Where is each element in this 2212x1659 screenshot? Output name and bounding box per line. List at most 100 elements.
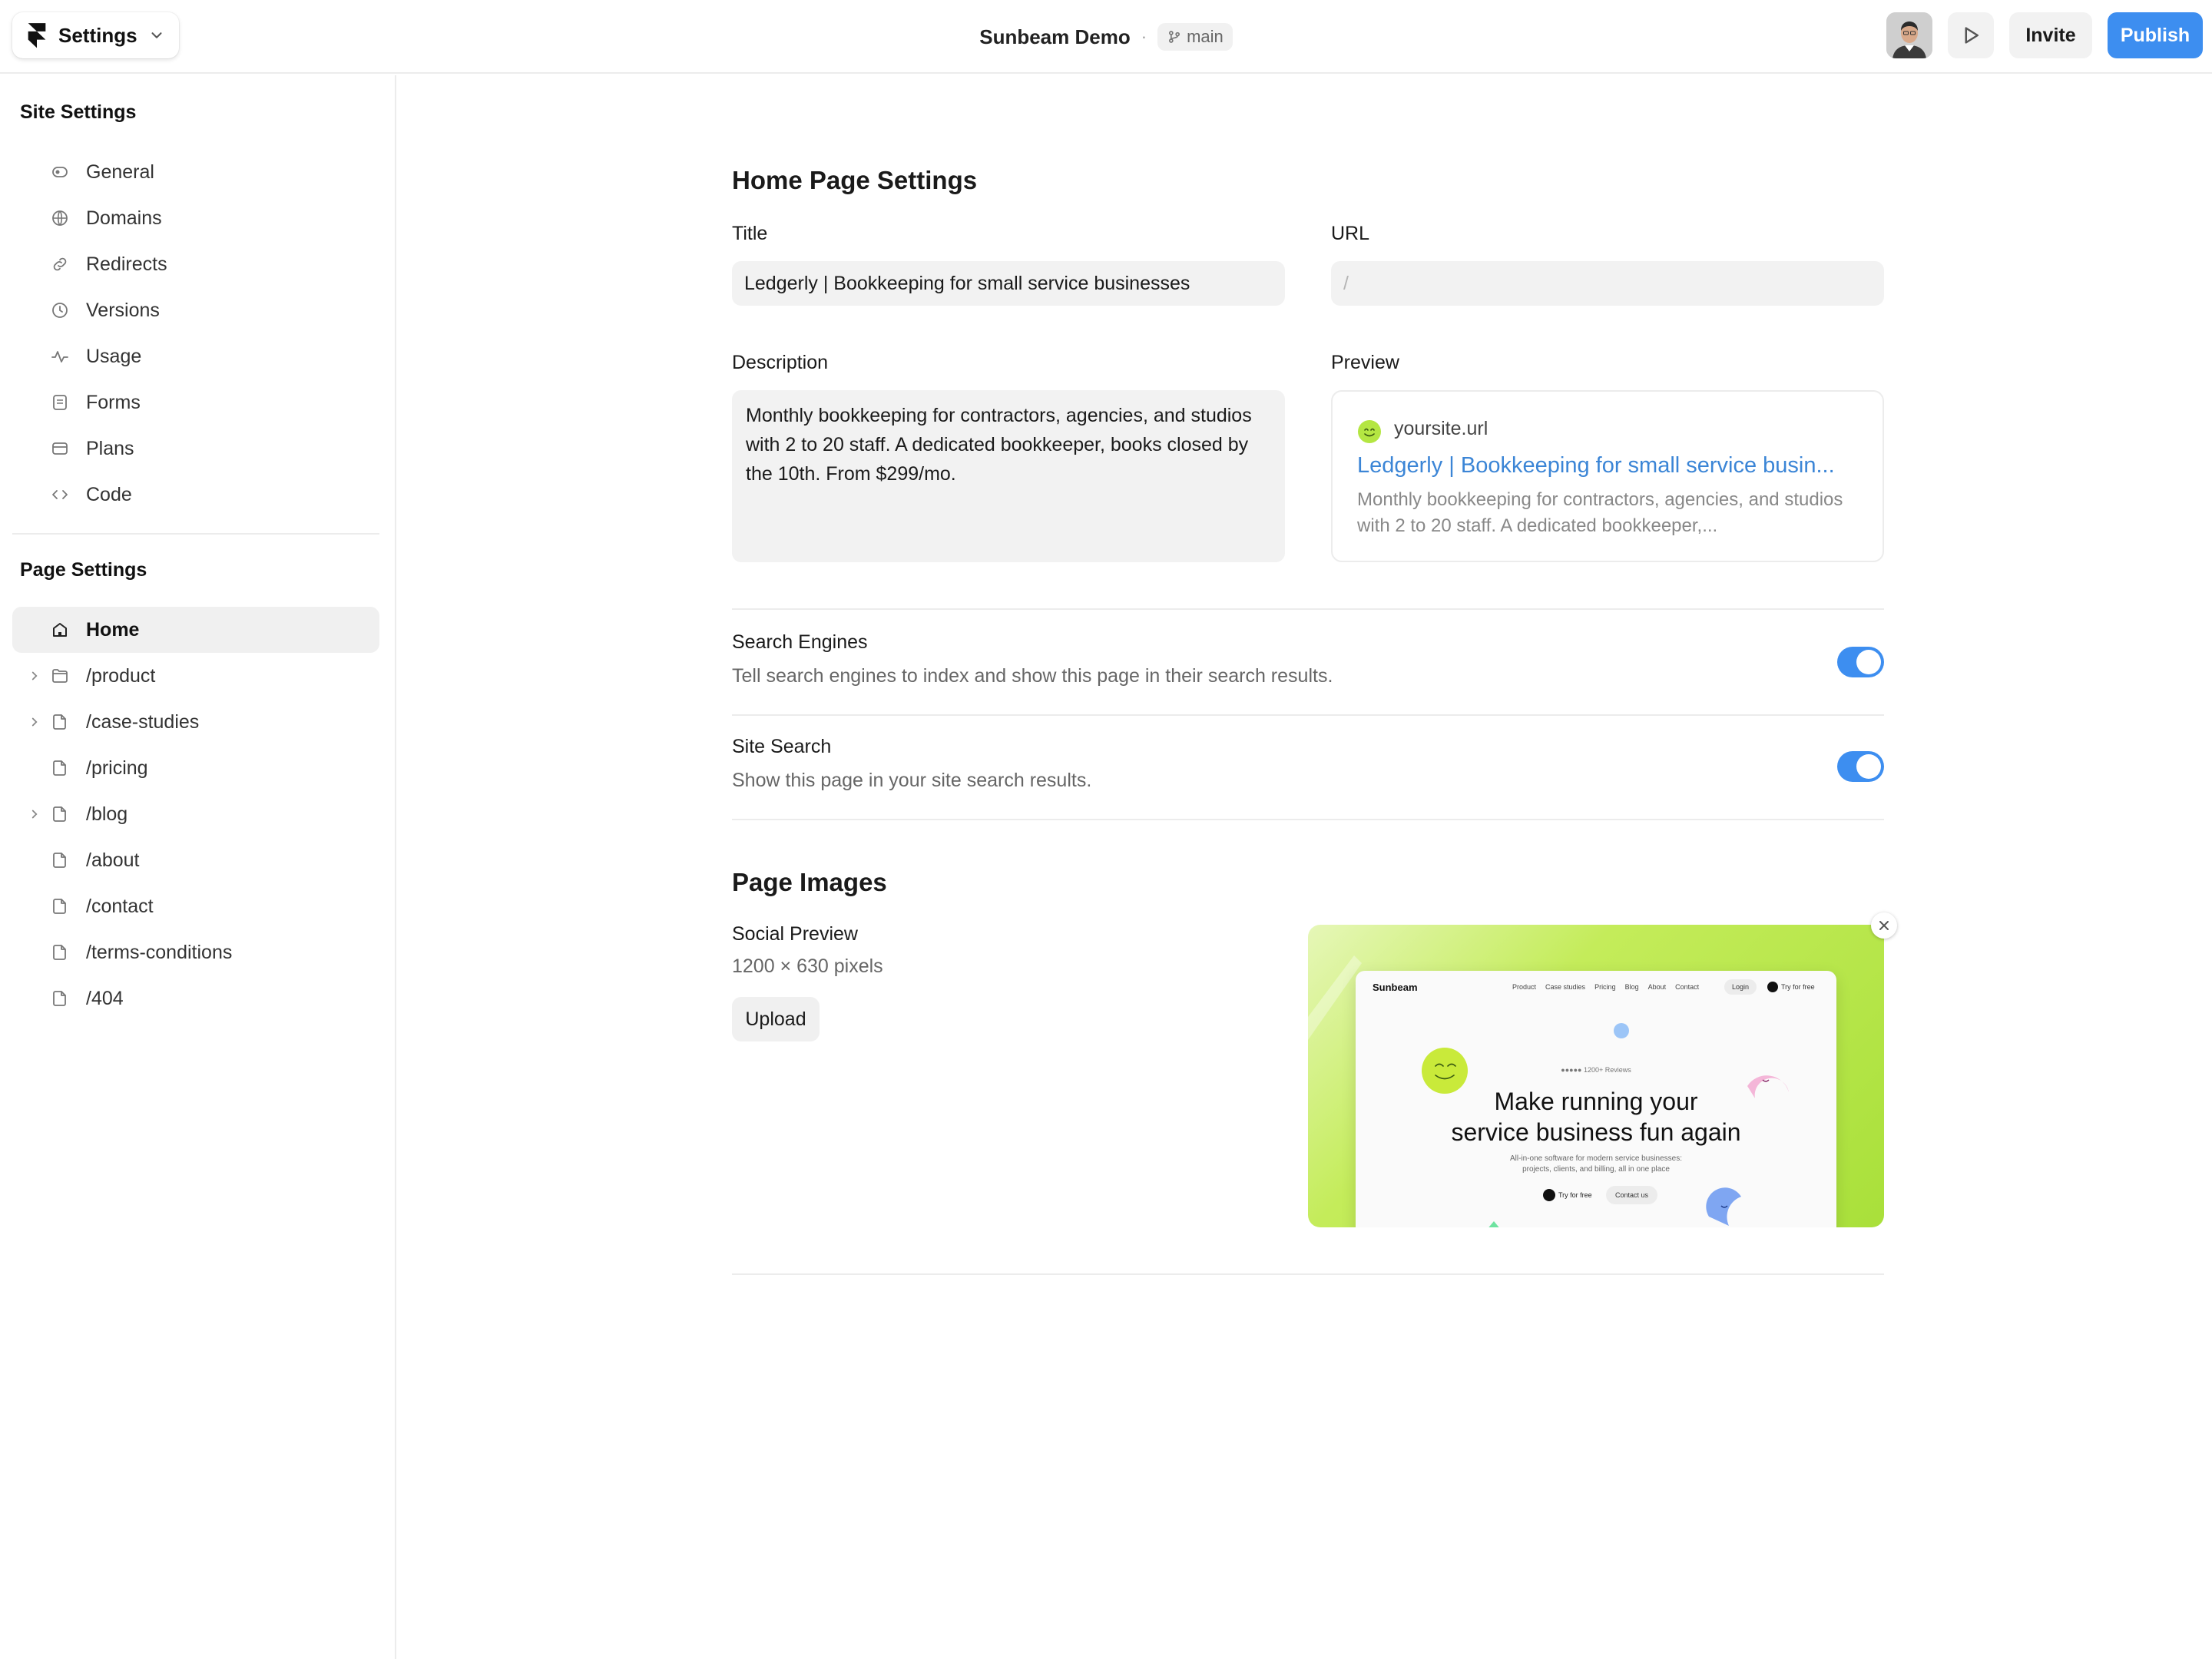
sidebar-item-usage[interactable]: Usage: [12, 333, 379, 379]
sidebar-item-code[interactable]: Code: [12, 472, 379, 518]
mock-cta-secondary: Contact us: [1606, 1186, 1658, 1204]
sidebar-page-contact[interactable]: /contact: [12, 883, 379, 929]
sidebar-page-label: /contact: [86, 896, 154, 917]
close-icon: [1879, 921, 1889, 930]
preview-label: Preview: [1331, 352, 1399, 373]
sidebar-page-label: /blog: [86, 803, 128, 825]
mock-sub-line: projects, clients, and billing, all in o…: [1522, 1165, 1670, 1174]
page-icon: [53, 760, 66, 776]
card-icon: [52, 442, 68, 455]
sidebar-page-label: Home: [86, 619, 140, 641]
mock-dot-icon: [1543, 1189, 1555, 1201]
sidebar-item-versions[interactable]: Versions: [12, 287, 379, 333]
branch-icon: [1169, 31, 1181, 43]
mock-hero-line: service business fun again: [1451, 1118, 1741, 1146]
website-mockup: Sunbeam Product Case studies Pricing Blo…: [1356, 971, 1836, 1227]
sidebar-item-forms[interactable]: Forms: [12, 379, 379, 426]
sidebar-divider: [12, 533, 379, 535]
settings-menu-button[interactable]: Settings: [12, 12, 179, 58]
clock-icon: [52, 303, 68, 318]
search-engines-toggle[interactable]: [1837, 647, 1884, 677]
sidebar-item-redirects[interactable]: Redirects: [12, 241, 379, 287]
top-bar: Settings Sunbeam Demo · main Invite Publ…: [0, 0, 2212, 74]
mock-hero-title: Make running your service business fun a…: [1356, 1086, 1836, 1147]
code-icon: [52, 490, 68, 499]
sidebar-item-label: Domains: [86, 207, 162, 229]
title-input[interactable]: Ledgerly | Bookkeeping for small service…: [732, 261, 1285, 306]
sidebar-item-plans[interactable]: Plans: [12, 426, 379, 472]
section-divider: [732, 608, 1884, 610]
search-preview-card: yoursite.url Ledgerly | Bookkeeping for …: [1331, 390, 1884, 562]
sidebar-page-label: /404: [86, 988, 124, 1009]
publish-button[interactable]: Publish: [2108, 12, 2203, 58]
sidebar-item-label: Redirects: [86, 253, 167, 275]
page-images-heading: Page Images: [732, 868, 887, 896]
sidebar-item-label: Forms: [86, 392, 141, 413]
mock-reviews: ●●●●● 1200+ Reviews: [1561, 1066, 1631, 1074]
sidebar-item-label: Code: [86, 484, 132, 505]
toggle-knob: [1856, 650, 1881, 674]
separator: ·: [1141, 27, 1147, 46]
sidebar-page-case-studies[interactable]: /case-studies: [12, 699, 379, 745]
social-preview-image[interactable]: Sunbeam Product Case studies Pricing Blo…: [1308, 925, 1884, 1227]
site-search-description: Show this page in your site search resul…: [732, 770, 1092, 791]
chevron-right-icon[interactable]: [28, 669, 41, 683]
chevron-right-icon[interactable]: [28, 715, 41, 729]
sidebar-page-home[interactable]: Home: [12, 607, 379, 653]
branch-name: main: [1187, 27, 1224, 46]
page-icon: [53, 945, 66, 960]
sidebar-page-terms-conditions[interactable]: /terms-conditions: [12, 929, 379, 975]
description-textarea[interactable]: Monthly bookkeeping for contractors, age…: [732, 390, 1285, 562]
page-icon: [53, 806, 66, 822]
branch-badge[interactable]: main: [1157, 23, 1233, 51]
activity-icon: [51, 351, 68, 363]
section-divider: [732, 714, 1884, 716]
sidebar: Site Settings General Domains Redirects …: [0, 75, 396, 1659]
toggle-knob: [1856, 754, 1881, 779]
sidebar-page-about[interactable]: /about: [12, 837, 379, 883]
preview-description: Monthly bookkeeping for contractors, age…: [1357, 489, 1843, 536]
mock-cta-primary-label: Try for free: [1558, 1191, 1592, 1199]
search-engines-title: Search Engines: [732, 631, 868, 653]
site-search-toggle[interactable]: [1837, 751, 1884, 782]
section-divider: [732, 1273, 1884, 1275]
chevron-right-icon[interactable]: [28, 807, 41, 821]
description-label: Description: [732, 352, 829, 373]
url-label: URL: [1331, 223, 1370, 244]
sidebar-item-general[interactable]: General: [12, 149, 379, 195]
url-input[interactable]: /: [1331, 261, 1884, 306]
search-engines-description: Tell search engines to index and show th…: [732, 665, 1333, 687]
title-label: Title: [732, 223, 768, 244]
invite-button[interactable]: Invite: [2009, 12, 2092, 58]
user-avatar[interactable]: [1886, 12, 1932, 58]
sidebar-page-label: /case-studies: [86, 711, 200, 733]
upload-button[interactable]: Upload: [732, 997, 820, 1041]
general-icon: [52, 167, 68, 177]
framer-logo-icon: [28, 23, 46, 48]
site-settings-title: Site Settings: [20, 101, 137, 123]
social-preview-size: 1200 × 630 pixels: [732, 955, 883, 977]
mock-cta-primary: Try for free: [1543, 1189, 1592, 1201]
home-page-settings-heading: Home Page Settings: [732, 166, 978, 194]
home-icon: [53, 623, 67, 637]
sidebar-page-blog[interactable]: /blog: [12, 791, 379, 837]
mock-sub-line: All-in-one software for modern service b…: [1510, 1154, 1682, 1163]
settings-label: Settings: [58, 23, 137, 47]
page-icon: [53, 991, 66, 1006]
preview-play-button[interactable]: [1948, 12, 1994, 58]
preview-site-url: yoursite.url: [1394, 418, 1488, 439]
section-divider: [732, 819, 1884, 820]
sidebar-page-label: /pricing: [86, 757, 148, 779]
smiley-favicon-icon: [1358, 420, 1381, 443]
remove-image-button[interactable]: [1871, 912, 1897, 939]
sidebar-item-label: General: [86, 161, 154, 183]
sidebar-item-label: Usage: [86, 346, 142, 367]
sidebar-page-404[interactable]: /404: [12, 975, 379, 1022]
sidebar-page-pricing[interactable]: /pricing: [12, 745, 379, 791]
project-name[interactable]: Sunbeam Demo: [979, 25, 1131, 49]
sidebar-item-domains[interactable]: Domains: [12, 195, 379, 241]
sidebar-page-product[interactable]: /product: [12, 653, 379, 699]
sidebar-page-label: /terms-conditions: [86, 942, 233, 963]
mock-hero-subtitle: All-in-one software for modern service b…: [1356, 1154, 1836, 1175]
globe-icon: [52, 210, 68, 226]
